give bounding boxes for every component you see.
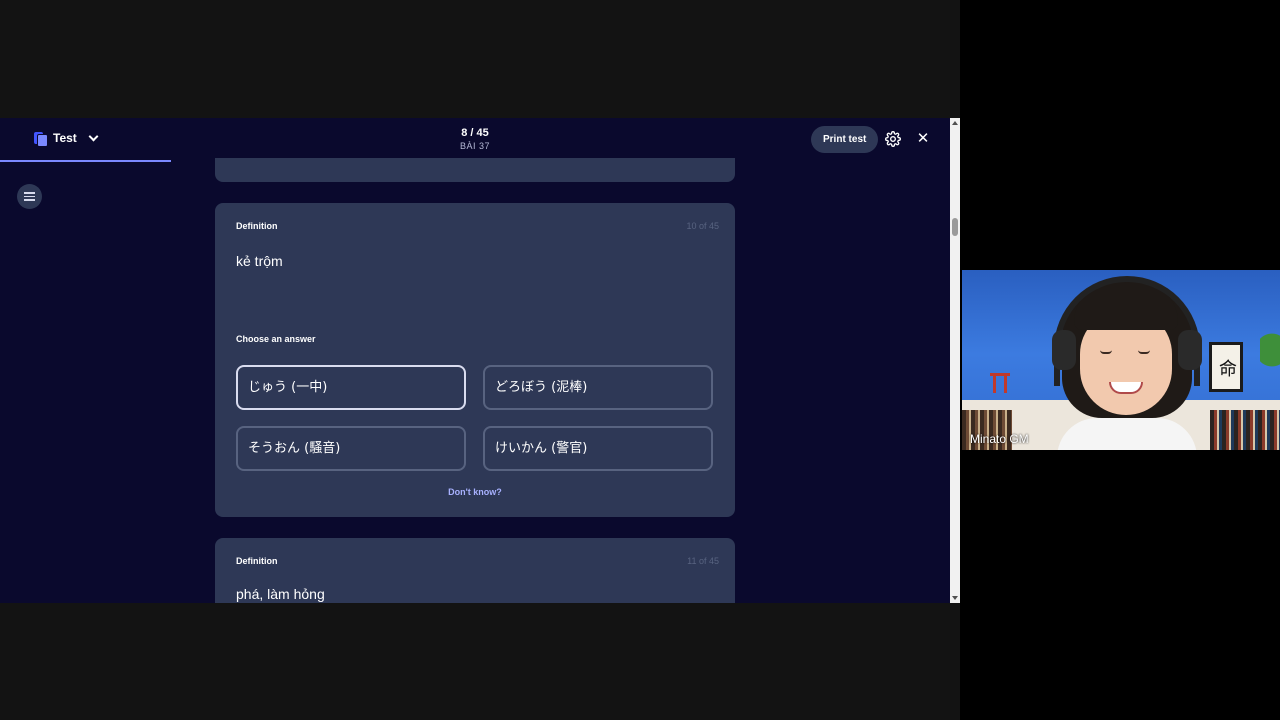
calligraphy-frame: 命: [1209, 342, 1243, 392]
choose-answer-label: Choose an answer: [236, 334, 316, 344]
definition-text: kẻ trộm: [236, 253, 283, 269]
card-label: Definition: [236, 556, 278, 566]
scroll-up-icon[interactable]: [952, 121, 958, 125]
previous-question-card: [215, 158, 735, 182]
question-number: 11 of 45: [687, 556, 719, 566]
dont-know-link[interactable]: Don't know?: [215, 487, 735, 497]
gear-icon[interactable]: [885, 131, 901, 147]
torii-figurine: [990, 373, 1010, 393]
question-number: 10 of 45: [686, 221, 719, 231]
participant-video: 命 Minato GM: [962, 270, 1280, 450]
answer-option[interactable]: けいかん (警官): [483, 426, 713, 471]
participant-name: Minato GM: [970, 432, 1029, 446]
top-bar: Test 8 / 45 BÀI 37 Print test ✕: [0, 118, 950, 162]
definition-text: phá, làm hỏng: [236, 586, 325, 602]
answer-option[interactable]: どろぼう (泥棒): [483, 365, 713, 410]
next-question-card: Definition 11 of 45 phá, làm hỏng: [215, 538, 735, 603]
question-card: Definition 10 of 45 kẻ trộm Choose an an…: [215, 203, 735, 517]
print-test-button[interactable]: Print test: [811, 126, 879, 153]
screen-share-area: Test 8 / 45 BÀI 37 Print test ✕ Definiti…: [0, 0, 960, 720]
set-title: BÀI 37: [459, 141, 491, 151]
close-icon[interactable]: ✕: [915, 131, 931, 147]
scrollbar[interactable]: [950, 118, 960, 603]
answer-option[interactable]: そうおん (騒音): [236, 426, 466, 471]
scroll-thumb[interactable]: [952, 218, 958, 236]
progress-indicator: 8 / 45 BÀI 37: [0, 127, 950, 151]
scroll-down-icon[interactable]: [952, 596, 958, 600]
list-icon: [24, 192, 35, 201]
card-label: Definition: [236, 221, 278, 231]
question-list-button[interactable]: [17, 184, 42, 209]
quiz-app: Test 8 / 45 BÀI 37 Print test ✕ Definiti…: [0, 118, 960, 603]
progress-count: 8 / 45: [461, 127, 489, 139]
answer-option[interactable]: じゅう (一中): [236, 365, 466, 410]
mode-underline: [0, 160, 171, 162]
